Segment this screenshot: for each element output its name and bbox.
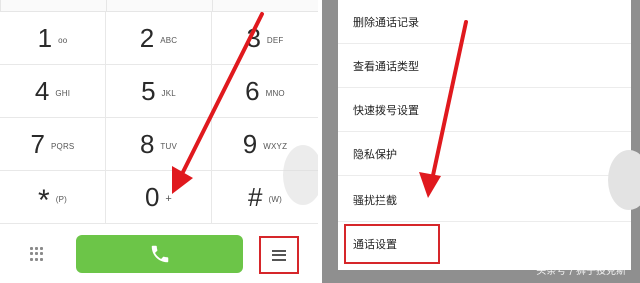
key-letters: MNO xyxy=(265,88,285,98)
dial-keypad: 1 oo 2 ABC 3 DEF 4 GHI 5 JKL 6 MNO 7 PQR… xyxy=(0,12,318,225)
menu-item-view-call-type[interactable]: 查看通话类型 xyxy=(338,44,631,88)
dialpad-dots-icon[interactable] xyxy=(30,247,44,261)
voicemail-icon: oo xyxy=(58,35,68,45)
floating-ball-shadow xyxy=(283,145,318,205)
key-digit: 1 xyxy=(37,23,53,53)
phone-icon xyxy=(151,245,168,263)
key-letters: JKL xyxy=(161,88,176,98)
menu-item-delete-call-log[interactable]: 删除通话记录 xyxy=(338,0,631,44)
hamburger-menu-button[interactable] xyxy=(259,236,299,274)
dialer-panel: 1 oo 2 ABC 3 DEF 4 GHI 5 JKL 6 MNO 7 PQR… xyxy=(0,0,318,283)
key-letters: DEF xyxy=(266,35,284,45)
call-button[interactable] xyxy=(76,235,243,273)
dialer-action-bar xyxy=(0,225,318,283)
key-digit: * xyxy=(38,184,50,217)
menu-item-label: 删除通话记录 xyxy=(353,15,419,29)
key-digit: 6 xyxy=(245,76,260,106)
key-letters: (P) xyxy=(55,194,67,204)
key-letters: + xyxy=(165,193,173,205)
key-letters: GHI xyxy=(55,88,71,98)
key-digit: 5 xyxy=(141,76,156,106)
key-7[interactable]: 7 PQRS xyxy=(0,118,106,171)
key-digit: 0 xyxy=(144,182,160,212)
key-5[interactable]: 5 JKL xyxy=(106,65,212,118)
menu-item-label: 快速拨号设置 xyxy=(353,103,419,117)
key-digit: 8 xyxy=(139,129,155,159)
key-letters: TUV xyxy=(160,141,178,151)
key-letters: PQRS xyxy=(50,141,75,151)
key-4[interactable]: 4 GHI xyxy=(0,65,106,118)
strip-divider xyxy=(0,0,1,12)
strip-divider xyxy=(212,0,213,12)
key-digit: # xyxy=(248,182,263,212)
call-log-strip xyxy=(0,0,318,12)
menu-item-label: 骚扰拦截 xyxy=(353,193,397,207)
key-letters: WXYZ xyxy=(263,141,288,151)
menu-item-privacy[interactable]: 隐私保护 xyxy=(338,132,631,176)
key-digit: 3 xyxy=(246,23,261,53)
key-6[interactable]: 6 MNO xyxy=(212,65,318,118)
menu-overlay-panel: 删除通话记录 查看通话类型 快速拨号设置 隐私保护 骚扰拦截 通话设置 头条号 … xyxy=(322,0,640,283)
menu-item-speed-dial[interactable]: 快速拨号设置 xyxy=(338,88,631,132)
key-star[interactable]: * (P) xyxy=(0,171,106,224)
hamburger-menu-icon xyxy=(272,249,286,261)
key-letters: ABC xyxy=(160,35,178,45)
menu-item-label: 查看通话类型 xyxy=(353,59,419,73)
menu-item-label: 隐私保护 xyxy=(353,147,397,161)
key-8[interactable]: 8 TUV xyxy=(106,118,212,171)
key-digit: 7 xyxy=(30,129,45,159)
key-1[interactable]: 1 oo xyxy=(0,12,106,65)
menu-item-harassment-block[interactable]: 骚扰拦截 xyxy=(338,178,631,222)
key-digit: 4 xyxy=(34,76,50,106)
key-3[interactable]: 3 DEF xyxy=(212,12,318,65)
key-0[interactable]: 0 + xyxy=(106,171,212,224)
key-digit: 2 xyxy=(139,23,155,53)
strip-divider xyxy=(106,0,107,12)
key-2[interactable]: 2 ABC xyxy=(106,12,212,65)
watermark: 头条号 / 狮子投克斯 xyxy=(536,266,626,277)
key-letters: (W) xyxy=(268,194,282,204)
call-settings-highlight xyxy=(344,224,440,264)
options-menu: 删除通话记录 查看通话类型 快速拨号设置 隐私保护 骚扰拦截 通话设置 xyxy=(338,0,631,270)
key-digit: 9 xyxy=(242,129,258,159)
